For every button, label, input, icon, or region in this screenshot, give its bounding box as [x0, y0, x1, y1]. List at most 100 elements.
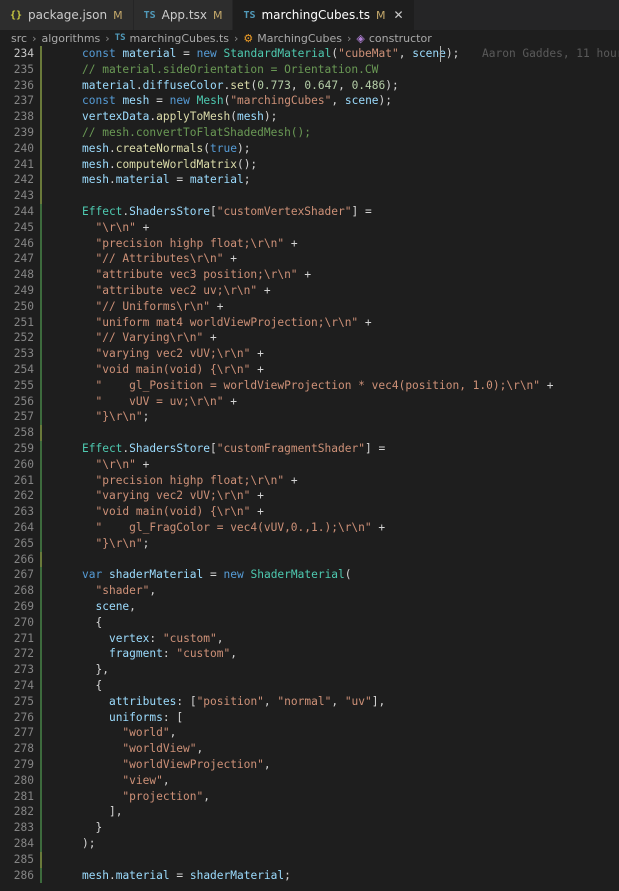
code-text: "void main(void) {\r\n" + [95, 363, 264, 376]
code-line[interactable]: 270 { [0, 614, 619, 631]
line-number: 250 [13, 299, 34, 313]
class-icon: ⚙ [243, 31, 254, 45]
code-line[interactable]: 274 { [0, 678, 619, 694]
code-text: "// Varying\r\n" + [95, 331, 217, 345]
modified-badge: M [212, 8, 223, 22]
breadcrumb-item[interactable]: src [11, 32, 27, 45]
code-line[interactable]: 262 "varying vec2 vUV;\r\n" + [0, 488, 619, 505]
code-line[interactable]: 275 attributes: ["position", "normal", "… [0, 693, 619, 710]
code-line[interactable]: 245 "\r\n" + [0, 219, 619, 236]
breadcrumb-item[interactable]: marchingCubes.ts [130, 32, 229, 45]
code-line[interactable]: 258 [0, 425, 619, 441]
code-line[interactable]: 243 [0, 188, 619, 204]
git-change-marker [40, 204, 42, 220]
line-number: 268 [13, 584, 34, 598]
code-line[interactable]: 260 "\r\n" + [0, 456, 619, 473]
code-text: "worldViewProjection", [122, 758, 271, 771]
code-line[interactable]: 257 "}\r\n"; [0, 409, 619, 426]
code-line[interactable]: 280 "view", [0, 772, 619, 789]
git-change-marker [40, 393, 42, 410]
tab-marchingcubes-ts[interactable]: TS marchingCubes.ts M ✕ [233, 0, 415, 30]
code-line[interactable]: 237 const mesh = new Mesh("marchingCubes"… [0, 93, 619, 110]
code-line[interactable]: 247 "// Attributes\r\n" + [0, 251, 619, 268]
breadcrumb: src › algorithms › TS marchingCubes.ts ›… [0, 30, 619, 46]
code-line[interactable]: 284); [0, 836, 619, 852]
line-number: 275 [13, 694, 34, 708]
code-line[interactable]: 272 fragment: "custom", [0, 646, 619, 663]
code-line[interactable]: 259 Effect.ShadersStore["customFragmentSh… [0, 441, 619, 457]
code-text: mesh.material = material; [82, 173, 251, 187]
tab-package-json[interactable]: {} package.json M [0, 0, 134, 30]
code-text: vertexData.applyToMesh(mesh); [82, 110, 278, 124]
code-line[interactable]: 236 material.diffuseColor.set(0.773, 0.64… [0, 77, 619, 94]
git-change-marker [40, 61, 42, 78]
breadcrumb-item[interactable]: MarchingCubes [257, 32, 342, 45]
code-editor[interactable]: 234 const material = new StandardMaterial… [0, 46, 619, 891]
code-line[interactable]: 278 "worldView", [0, 741, 619, 757]
code-text: Effect.ShadersStore["customVertexShader"… [82, 205, 372, 218]
code-line[interactable]: 271 vertex: "custom", [0, 630, 619, 647]
code-text: "precision highp float;\r\n" + [95, 473, 298, 487]
code-line[interactable]: 279 "worldViewProjection", [0, 757, 619, 773]
code-line[interactable]: 250 "// Uniforms\r\n" + [0, 298, 619, 315]
code-line[interactable]: 282 ], [0, 804, 619, 821]
code-line[interactable]: 266 [0, 551, 619, 568]
tab-app-tsx[interactable]: TS App.tsx M [133, 0, 234, 30]
code-line[interactable]: 269 scene, [0, 599, 619, 615]
line-number: 261 [13, 473, 34, 487]
line-number: 280 [13, 773, 34, 787]
git-change-marker [40, 472, 42, 489]
git-change-marker [40, 409, 42, 426]
code-line[interactable]: 249 "attribute vec2 uv;\r\n" + [0, 283, 619, 299]
breadcrumb-item[interactable]: constructor [369, 32, 432, 45]
code-line[interactable]: 248 "attribute vec3 position;\r\n" + [0, 267, 619, 283]
code-line[interactable]: 240 mesh.createNormals(true); [0, 140, 619, 157]
code-text: Effect.ShadersStore["customFragmentShade… [82, 442, 386, 455]
code-line[interactable]: 265 "}\r\n"; [0, 535, 619, 552]
code-line[interactable]: 264 " gl_FragColor = vec4(vUV,0.,1.);\r\… [0, 520, 619, 536]
code-line[interactable]: 241 mesh.computeWorldMatrix(); [0, 156, 619, 173]
code-line[interactable]: 242 mesh.material = material; [0, 172, 619, 189]
code-text: { [95, 679, 103, 692]
code-line[interactable]: 252 "// Varying\r\n" + [0, 330, 619, 347]
code-line[interactable]: 238 vertexData.applyToMesh(mesh); [0, 109, 619, 125]
method-icon: ◈ [356, 31, 365, 45]
json-file-icon: {} [10, 9, 23, 21]
code-line[interactable]: 251 "uniform mat4 worldViewProjection;\r… [0, 314, 619, 331]
git-change-marker [40, 725, 42, 742]
code-text: "view", [122, 773, 170, 787]
code-line[interactable]: 285 [0, 851, 619, 868]
git-change-marker [40, 836, 42, 852]
code-line[interactable]: 267 var shaderMaterial = new ShaderMateri… [0, 567, 619, 584]
code-line[interactable]: 254 "void main(void) {\r\n" + [0, 362, 619, 378]
git-change-marker [40, 125, 42, 141]
git-change-marker [40, 156, 42, 173]
code-line[interactable]: 255 " gl_Position = worldViewProjection … [0, 377, 619, 394]
line-number: 243 [13, 189, 34, 203]
code-line[interactable]: 277 "world", [0, 725, 619, 742]
code-line[interactable]: 256 " vUV = uv;\r\n" + [0, 393, 619, 410]
git-change-marker [40, 520, 42, 536]
code-line[interactable]: 286 mesh.material = shaderMaterial; [0, 867, 619, 884]
close-icon[interactable]: ✕ [393, 8, 403, 22]
code-line[interactable]: 283 } [0, 820, 619, 836]
code-line[interactable]: 253 "varying vec2 vUV;\r\n" + [0, 346, 619, 362]
code-line[interactable]: 281 "projection", [0, 788, 619, 805]
code-line[interactable]: 239 // mesh.convertToFlatShadedMesh(); [0, 125, 619, 141]
code-line[interactable]: 261 "precision highp float;\r\n" + [0, 472, 619, 489]
code-line[interactable]: 246 "precision highp float;\r\n" + [0, 235, 619, 252]
code-line[interactable]: 234 const material = new StandardMaterial… [0, 46, 619, 62]
code-line[interactable]: 263 "void main(void) {\r\n" + [0, 504, 619, 520]
code-line[interactable]: 276 uniforms: [ [0, 709, 619, 726]
code-line[interactable]: 244 Effect.ShadersStore["customVertexShad… [0, 204, 619, 220]
git-change-marker [40, 630, 42, 647]
code-text: scene, [95, 600, 136, 613]
git-blame-annotation: Aaron Gaddes, 11 hours [482, 47, 619, 60]
git-change-marker [40, 362, 42, 378]
code-line[interactable]: 273 }, [0, 662, 619, 678]
code-line[interactable]: 235 // material.sideOrientation = Orienta… [0, 61, 619, 78]
code-line[interactable]: 268 "shader", [0, 583, 619, 599]
code-text: "// Uniforms\r\n" + [95, 299, 224, 313]
breadcrumb-item[interactable]: algorithms [41, 32, 100, 45]
line-number: 253 [13, 347, 34, 361]
